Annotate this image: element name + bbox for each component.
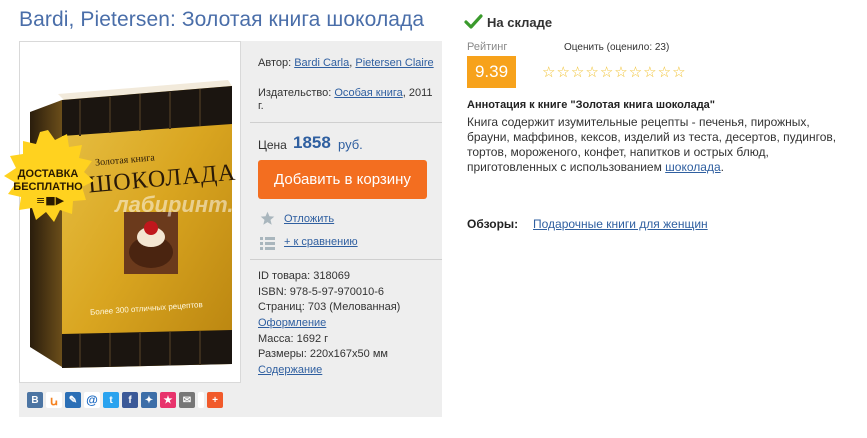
divider: [250, 259, 442, 260]
defer-link[interactable]: Отложить: [284, 213, 334, 226]
free-delivery-badge: ДОСТАВКА БЕСПЛАТНО ≡■▶: [2, 130, 94, 222]
spec-pages: Страниц: 703 (Мелованная): [258, 301, 401, 314]
compare-link[interactable]: + к сравнению: [284, 236, 358, 249]
share-bar: В ꭎ ✎ @ t f ✦ ★ ✉ +: [27, 392, 223, 408]
reviews-label: Обзоры:: [467, 217, 519, 231]
page-title: Bardi, Pietersen: Золотая книга шоколада: [19, 8, 425, 31]
authors-label: Автор:: [258, 57, 292, 69]
truck-icon: ≡■▶: [36, 194, 65, 207]
rate-label: Оценить (оценило: 23): [564, 42, 670, 53]
stock-label: На складе: [487, 14, 553, 30]
badge-line2: БЕСПЛАТНО: [13, 181, 83, 193]
odnoklassniki-icon[interactable]: ꭎ: [46, 392, 62, 408]
checkmark-icon: [464, 14, 483, 29]
author-link-2[interactable]: Pietersen Claire: [355, 57, 433, 69]
annotation-end: .: [720, 160, 724, 174]
rate-star-icon[interactable]: ☆: [643, 64, 656, 80]
rate-star-icon[interactable]: ☆: [614, 64, 627, 80]
spec-id: ID товара: 318069: [258, 270, 350, 282]
more-icon[interactable]: +: [207, 392, 223, 408]
rate-star-icon[interactable]: ☆: [542, 64, 555, 80]
design-link[interactable]: Оформление: [258, 317, 326, 329]
mail-icon[interactable]: @: [84, 392, 100, 408]
publisher: Издательство: Особая книга, 2011 г.: [258, 87, 436, 113]
rate-star-icon[interactable]: ☆: [571, 64, 584, 80]
annotation-text: Книга содержит изумительные рецепты - пе…: [467, 115, 852, 175]
publisher-label: Издательство:: [258, 87, 332, 99]
rating-label: Рейтинг: [467, 41, 508, 53]
rating-stars[interactable]: ☆ ☆ ☆ ☆ ☆ ☆ ☆ ☆ ☆ ☆: [542, 64, 686, 80]
reviews-link[interactable]: Подарочные книги для женщин: [533, 217, 708, 231]
email-icon[interactable]: ✉: [179, 392, 195, 408]
rate-star-icon[interactable]: ☆: [629, 64, 642, 80]
rating-value: 9.39: [467, 56, 516, 88]
livejournal-icon[interactable]: ✎: [65, 392, 81, 408]
spec-isbn: ISBN: 978-5-97-970010-6: [258, 285, 384, 298]
divider: [250, 122, 442, 123]
rate-star-icon[interactable]: ☆: [658, 64, 671, 80]
contents-link[interactable]: Содержание: [258, 364, 322, 376]
badge-line1: ДОСТАВКА: [17, 168, 79, 180]
rate-star-icon[interactable]: ☆: [585, 64, 598, 80]
annotation-link[interactable]: шоколада: [665, 160, 720, 174]
price-label: Цена: [258, 138, 287, 152]
spec-weight: Масса: 1692 г: [258, 332, 329, 345]
price-currency: руб.: [338, 137, 363, 152]
publisher-link[interactable]: Особая книга: [334, 87, 402, 99]
rate-star-icon[interactable]: ☆: [556, 64, 569, 80]
facebook-icon[interactable]: f: [122, 392, 138, 408]
annotation-heading: Аннотация к книге "Золотая книга шоколад…: [467, 99, 716, 111]
list-icon[interactable]: [260, 235, 275, 254]
annotation-body: Книга содержит изумительные рецепты - пе…: [467, 115, 837, 174]
stock-status: На складе: [464, 13, 552, 31]
author-link-1[interactable]: Bardi Carla: [294, 57, 349, 69]
blogger-icon[interactable]: ✦: [141, 392, 157, 408]
vk-icon[interactable]: В: [27, 392, 43, 408]
specs: ID товара: 318069 ISBN: 978-5-97-970010-…: [258, 270, 438, 380]
favorite-icon[interactable]: ★: [160, 392, 176, 408]
price-value: 1858: [293, 133, 331, 152]
authors-separator: ,: [349, 57, 353, 69]
spec-size: Размеры: 220x167x50 мм: [258, 348, 388, 361]
rate-star-icon[interactable]: ☆: [600, 64, 613, 80]
star-icon[interactable]: [260, 211, 275, 230]
twitter-icon[interactable]: t: [103, 392, 119, 408]
spacer: [198, 392, 204, 408]
rate-star-icon[interactable]: ☆: [672, 64, 685, 80]
watermark: лабиринт.ру: [115, 192, 240, 217]
authors: Автор: Bardi Carla, Pietersen Claire: [258, 57, 436, 70]
add-to-cart-button[interactable]: Добавить в корзину: [258, 160, 427, 199]
